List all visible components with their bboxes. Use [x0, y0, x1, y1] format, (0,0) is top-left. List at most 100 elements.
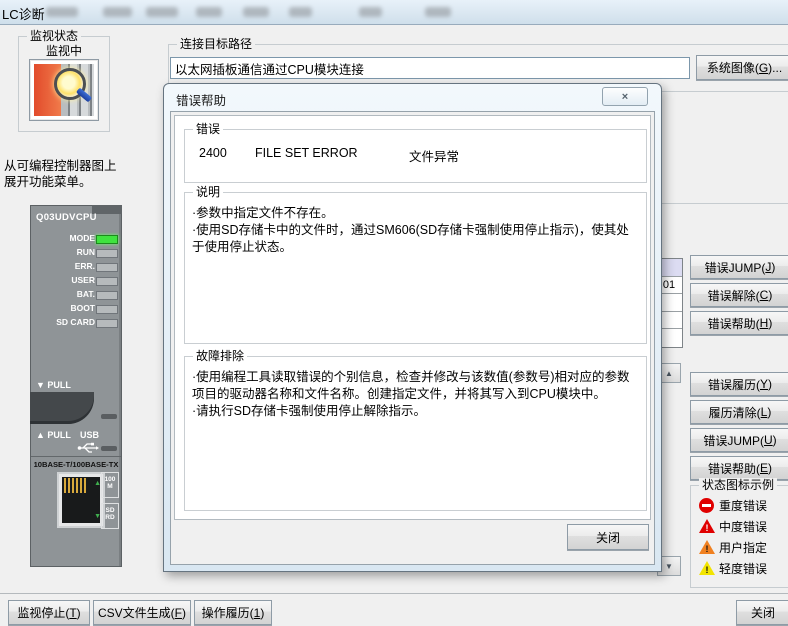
- troubleshoot-line: ·请执行SD存储卡强制使用停止解除指示。: [192, 403, 638, 420]
- connection-path-input[interactable]: 以太网插板通信通过CPU模块连接: [170, 57, 690, 79]
- cpu-section-divider: [31, 456, 121, 457]
- monitor-stop-button[interactable]: 监视停止(T): [8, 600, 90, 625]
- led-label: RUN: [37, 247, 95, 257]
- csv-generate-button[interactable]: CSV文件生成(F): [93, 600, 191, 625]
- history-clear-button[interactable]: 履历清除(L): [690, 400, 788, 424]
- menu-item-redacted[interactable]: [243, 7, 269, 17]
- dialog-close-action-button[interactable]: 关闭: [567, 524, 649, 550]
- led-row-boot: BOOT: [31, 302, 121, 315]
- menu-item-redacted[interactable]: [46, 7, 78, 17]
- troubleshoot-text: ·使用编程工具读取错误的个别信息，检查并修改与该数值(参数号)相对应的参数项目的…: [192, 369, 638, 420]
- legend-item-user: ! 用户指定: [699, 538, 767, 556]
- bottom-divider: [0, 593, 788, 594]
- cpu-vent-slot: [101, 446, 117, 451]
- monitor-plc-image[interactable]: [29, 59, 99, 121]
- legend-item-label: 重度错误: [719, 497, 767, 514]
- no-entry-circle-icon: [699, 498, 714, 513]
- led-indicator-off: [96, 305, 118, 314]
- ethernet-port: ▲ ▼: [57, 472, 105, 528]
- hint-text: 从可编程控制器图上 展开功能菜单。: [4, 158, 117, 190]
- led-label: MODE: [37, 233, 95, 243]
- speed-badge: 100 M: [101, 472, 119, 498]
- description-line: ·使用SD存储卡中的文件时，通过SM606(SD存储卡强制使用停止指示)，使其处…: [192, 222, 638, 256]
- led-label: ERR.: [37, 261, 95, 271]
- orange-triangle-exclamation-icon: !: [699, 540, 714, 555]
- led-label: BOOT: [37, 303, 95, 313]
- menu-item-redacted[interactable]: [196, 7, 222, 17]
- menu-item-redacted[interactable]: [289, 7, 312, 17]
- led-row-mode: MODE: [31, 232, 121, 245]
- pull-up-label: ▲ PULL: [36, 430, 71, 440]
- troubleshoot-group-label: 故障排除: [193, 349, 247, 363]
- red-triangle-exclamation-icon: !: [699, 519, 714, 534]
- window-close-button[interactable]: 关闭: [736, 600, 788, 625]
- ethernet-label: 10BASE-T/100BASE-TX: [31, 460, 121, 469]
- operation-history-button[interactable]: 操作履历(1): [194, 600, 272, 625]
- menu-item-redacted[interactable]: [425, 7, 451, 17]
- dialog-title: 错误帮助: [176, 90, 226, 109]
- led-indicator-off: [96, 319, 118, 328]
- led-indicator-on: [96, 235, 118, 244]
- dialog-inner-panel: 错误 2400 FILE SET ERROR 文件异常 说明 ·参数中指定文件不…: [174, 115, 651, 520]
- led-label: BAT.: [37, 289, 95, 299]
- error-help-button-top[interactable]: 错误帮助(H): [690, 311, 788, 335]
- menu-item-redacted[interactable]: [103, 7, 132, 17]
- window-titlebar: LC诊断: [0, 0, 788, 25]
- led-row-err: ERR.: [31, 260, 121, 273]
- monitor-status-group-label: 监视状态: [27, 29, 81, 43]
- legend-item-minor: ! 轻度错误: [699, 559, 767, 577]
- error-jump-button-top[interactable]: 错误JUMP(J): [690, 255, 788, 279]
- legend-item-severe: 重度错误: [699, 496, 767, 514]
- error-group: 错误 2400 FILE SET ERROR 文件异常: [184, 129, 647, 183]
- cpu-model-label: Q03UDVCPU: [36, 212, 97, 223]
- error-history-button[interactable]: 错误履历(Y): [690, 372, 788, 396]
- troubleshoot-group: 故障排除 ·使用编程工具读取错误的个别信息，检查并修改与该数值(参数号)相对应的…: [184, 356, 647, 511]
- led-indicator-off: [96, 291, 118, 300]
- led-row-bat: BAT.: [31, 288, 121, 301]
- hint-line-2: 展开功能菜单。: [4, 174, 117, 190]
- speed-badge-line2: M: [102, 483, 118, 490]
- sdrd-badge: SD RD: [101, 503, 119, 529]
- menu-item-redacted[interactable]: [146, 7, 178, 17]
- error-clear-button[interactable]: 错误解除(C): [690, 283, 788, 307]
- error-help-dialog: 错误帮助 × 错误 2400 FILE SET ERROR 文件异常 说明 ·参…: [163, 83, 662, 572]
- cpu-module-image[interactable]: Q03UDVCPU MODE RUN ERR. USER BAT. BOOT S…: [30, 205, 122, 567]
- legend-item-label: 轻度错误: [719, 560, 767, 577]
- led-row-user: USER: [31, 274, 121, 287]
- legend-item-label: 中度错误: [719, 518, 767, 535]
- plc-module-stripe: [90, 64, 94, 116]
- legend-item-label: 用户指定: [719, 539, 767, 556]
- sdrd-badge-line1: SD: [102, 507, 118, 514]
- dialog-close-button[interactable]: ×: [602, 87, 648, 106]
- troubleshoot-line: ·使用编程工具读取错误的个别信息，检查并修改与该数值(参数号)相对应的参数项目的…: [192, 369, 638, 403]
- usb-icon: [77, 442, 99, 454]
- pull-down-label: ▼ PULL: [36, 380, 71, 390]
- monitor-status-value: 监视中: [19, 42, 109, 59]
- link-led-down-icon: ▼: [94, 513, 101, 520]
- menu-item-redacted[interactable]: [359, 7, 382, 17]
- sdrd-badge-line2: RD: [102, 514, 118, 521]
- usb-label: USB: [80, 430, 99, 440]
- system-image-button[interactable]: 系统图像(G)...: [696, 55, 788, 80]
- legend-item-moderate: ! 中度错误: [699, 517, 767, 535]
- led-indicator-off: [96, 263, 118, 272]
- led-label: USER: [37, 275, 95, 285]
- error-detail-row: 2400 FILE SET ERROR 文件异常: [199, 146, 459, 165]
- description-line: ·参数中指定文件不存在。: [192, 205, 638, 222]
- error-group-label: 错误: [193, 122, 223, 136]
- cpu-pull-handle: [30, 392, 94, 424]
- cpu-vent-slot: [101, 414, 117, 419]
- led-indicator-off: [96, 277, 118, 286]
- status-icon-legend-label: 状态图标示例: [699, 478, 777, 492]
- close-icon: ×: [622, 91, 628, 103]
- chevron-down-icon: ▼: [665, 562, 673, 571]
- error-jump-button-bottom[interactable]: 错误JUMP(U): [690, 428, 788, 452]
- error-description: 文件异常: [409, 146, 459, 165]
- connection-path-group-label: 连接目标路径: [177, 37, 255, 51]
- error-code: 2400: [199, 146, 255, 165]
- error-help-button-bottom[interactable]: 错误帮助(E): [690, 456, 788, 480]
- error-name: FILE SET ERROR: [255, 146, 409, 165]
- link-led-up-icon: ▲: [94, 480, 101, 487]
- dialog-content: 错误 2400 FILE SET ERROR 文件异常 说明 ·参数中指定文件不…: [170, 111, 655, 565]
- window-title: LC诊断: [2, 4, 45, 23]
